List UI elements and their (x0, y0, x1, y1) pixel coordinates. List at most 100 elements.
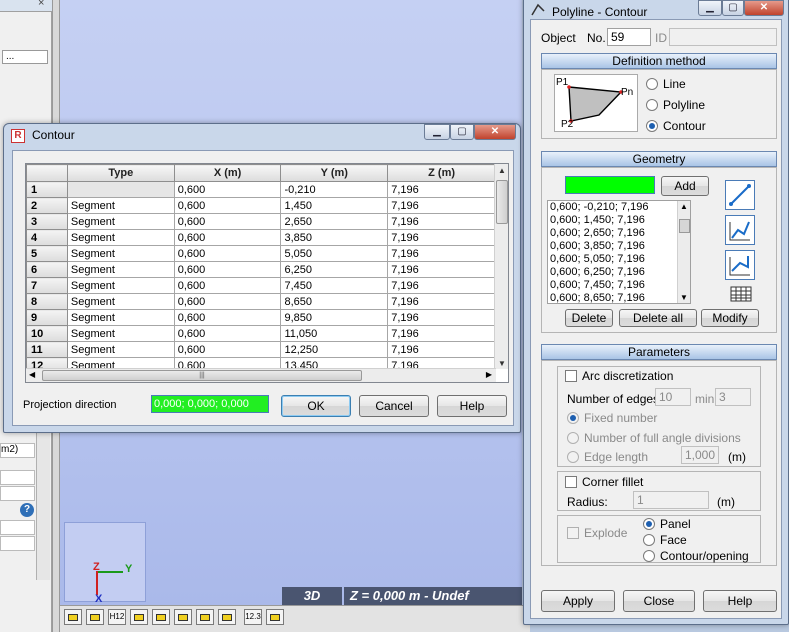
y-cell[interactable]: 8,650 (280, 293, 389, 310)
y-cell[interactable]: 2,650 (280, 213, 389, 230)
corner-fillet-checkbox[interactable] (565, 476, 577, 488)
y-cell[interactable]: 1,450 (280, 197, 389, 214)
points-grid[interactable]: Type X (m) Y (m) Z (m) 1 0,600 -0,210 7,196… (25, 163, 509, 383)
list-item[interactable]: 0,600; 1,450; 7,196 (548, 214, 690, 227)
modify-button[interactable]: Modify (701, 309, 759, 327)
scroll-up-arrow-icon[interactable]: ▲ (680, 202, 688, 211)
type-cell[interactable] (66, 181, 175, 198)
explode-checkbox[interactable] (567, 527, 579, 539)
apply-button[interactable]: Apply (541, 590, 615, 612)
scroll-up-arrow-icon[interactable]: ▲ (498, 166, 506, 175)
draw-segment-icon[interactable] (725, 180, 755, 210)
close-button[interactable]: ✕ (744, 0, 784, 16)
column-header[interactable] (26, 164, 68, 182)
table-row[interactable]: 3 Segment 0,600 2,650 7,196 (26, 213, 496, 230)
point-input-field[interactable] (565, 176, 655, 194)
left-panel-scrollbar[interactable] (36, 430, 50, 580)
scroll-right-arrow-icon[interactable]: ▶ (486, 370, 492, 379)
snap-tool-icon[interactable] (152, 609, 170, 625)
help-button[interactable]: Help (437, 395, 507, 417)
grid-horizontal-scrollbar[interactable]: ◀ ||| ▶ (26, 368, 496, 382)
left-panel-field[interactable]: ... (2, 50, 48, 64)
y-cell[interactable]: 7,450 (280, 277, 389, 294)
projection-direction-field[interactable]: 0,000; 0,000; 0,000 (151, 395, 269, 413)
x-cell[interactable]: 0,600 (173, 197, 282, 214)
scroll-thumb[interactable] (496, 180, 508, 224)
draw-polyline-icon[interactable] (725, 215, 755, 245)
add-point-button[interactable]: Add (661, 176, 709, 196)
table-row[interactable]: 7 Segment 0,600 7,450 7,196 (26, 277, 496, 294)
min-edges-field[interactable]: 3 (715, 388, 751, 406)
list-item[interactable]: 0,600; 2,650; 7,196 (548, 227, 690, 240)
close-button[interactable]: ✕ (474, 124, 516, 140)
z-cell[interactable]: 7,196 (387, 229, 496, 246)
minimize-button[interactable]: ▁ (698, 0, 722, 16)
scroll-thumb[interactable] (679, 219, 690, 233)
z-cell[interactable]: 7,196 (387, 309, 496, 326)
radius-field[interactable]: 1 (633, 491, 709, 509)
scroll-left-arrow-icon[interactable]: ◀ (29, 370, 35, 379)
x-cell[interactable]: 0,600 (173, 213, 282, 230)
snap-tool-icon[interactable] (130, 609, 148, 625)
column-header[interactable]: Y (m) (280, 164, 389, 182)
table-row[interactable]: 9 Segment 0,600 9,850 7,196 (26, 309, 496, 326)
type-cell[interactable]: Segment (66, 293, 175, 310)
delete-button[interactable]: Delete (565, 309, 613, 327)
points-list[interactable]: 0,600; -0,210; 7,196 0,600; 1,450; 7,196 0… (547, 200, 691, 304)
draw-contour-icon[interactable] (725, 250, 755, 280)
table-row[interactable]: 5 Segment 0,600 5,050 7,196 (26, 245, 496, 262)
minimize-button[interactable]: ▁ (424, 124, 450, 140)
z-cell[interactable]: 7,196 (387, 261, 496, 278)
x-cell[interactable]: 0,600 (173, 277, 282, 294)
z-cell[interactable]: 7,196 (387, 213, 496, 230)
snap-tool-icon[interactable] (218, 609, 236, 625)
list-item[interactable]: 0,600; 7,450; 7,196 (548, 279, 690, 292)
column-header[interactable]: Z (m) (387, 164, 496, 182)
maximize-button[interactable]: ▢ (450, 124, 474, 140)
table-row[interactable]: 2 Segment 0,600 1,450 7,196 (26, 197, 496, 214)
ok-button[interactable]: OK (281, 395, 351, 417)
table-row[interactable]: 10 Segment 0,600 11,050 7,196 (26, 325, 496, 342)
x-cell[interactable]: 0,600 (173, 309, 282, 326)
y-cell[interactable]: 6,250 (280, 261, 389, 278)
z-cell[interactable]: 7,196 (387, 325, 496, 342)
type-cell[interactable]: Segment (66, 277, 175, 294)
help-icon[interactable]: ? (20, 503, 34, 517)
x-cell[interactable]: 0,600 (173, 229, 282, 246)
scroll-down-arrow-icon[interactable]: ▼ (498, 359, 506, 368)
list-item[interactable]: 0,600; 5,050; 7,196 (548, 253, 690, 266)
table-row[interactable]: 6 Segment 0,600 6,250 7,196 (26, 261, 496, 278)
snap-tool-icon[interactable] (86, 609, 104, 625)
type-cell[interactable]: Segment (66, 261, 175, 278)
table-view-icon[interactable] (730, 286, 752, 302)
table-row[interactable]: 11 Segment 0,600 12,250 7,196 (26, 341, 496, 358)
object-number-field[interactable]: 59 (607, 28, 651, 46)
edge-length-radio[interactable] (567, 451, 579, 463)
z-cell[interactable]: 7,196 (387, 181, 496, 198)
snap-tool-icon[interactable] (266, 609, 284, 625)
z-cell[interactable]: 7,196 (387, 341, 496, 358)
type-cell[interactable]: Segment (66, 197, 175, 214)
scroll-down-arrow-icon[interactable]: ▼ (680, 293, 688, 302)
list-item[interactable]: 0,600; -0,210; 7,196 (548, 201, 690, 214)
id-field[interactable] (669, 28, 777, 46)
table-row[interactable]: 8 Segment 0,600 8,650 7,196 (26, 293, 496, 310)
column-header[interactable]: Type (66, 164, 175, 182)
help-button[interactable]: Help (703, 590, 777, 612)
column-header[interactable]: X (m) (173, 164, 282, 182)
number-of-edges-field[interactable]: 10 (655, 388, 691, 406)
z-cell[interactable]: 7,196 (387, 197, 496, 214)
x-cell[interactable]: 0,600 (173, 261, 282, 278)
snap-tool-icon[interactable] (174, 609, 192, 625)
grid-vertical-scrollbar[interactable]: ▲ ▼ (494, 164, 508, 369)
fixed-number-radio[interactable] (567, 412, 579, 424)
left-panel-close-icon[interactable]: × (38, 0, 44, 9)
full-angle-radio[interactable] (567, 432, 579, 444)
z-cell[interactable]: 7,196 (387, 277, 496, 294)
snap-tool-icon[interactable] (64, 609, 82, 625)
y-cell[interactable]: -0,210 (280, 181, 389, 198)
type-cell[interactable]: Segment (66, 341, 175, 358)
type-cell[interactable]: Segment (66, 309, 175, 326)
table-row[interactable]: 1 0,600 -0,210 7,196 (26, 181, 496, 198)
snap-tool-icon[interactable] (196, 609, 214, 625)
